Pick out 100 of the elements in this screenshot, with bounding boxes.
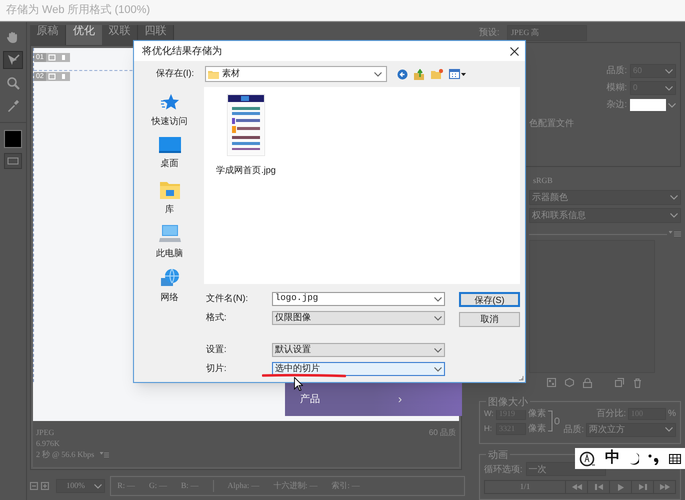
new-color-icon[interactable] bbox=[615, 378, 624, 388]
place-link[interactable]: 桌面 bbox=[160, 157, 178, 170]
caret-icon bbox=[670, 195, 678, 200]
field-label: 设置: bbox=[206, 343, 228, 356]
slice-select-icon bbox=[6, 53, 20, 67]
place-link[interactable]: 此电脑 bbox=[156, 247, 183, 260]
monitor-icon[interactable] bbox=[158, 137, 180, 153]
folder-dropdown[interactable]: 素材 bbox=[205, 66, 387, 82]
nav-item-arrow: › bbox=[398, 391, 402, 408]
new-folder-icon[interactable] bbox=[431, 69, 443, 79]
network-icon[interactable] bbox=[160, 269, 180, 287]
cursor-icon bbox=[294, 377, 303, 391]
star-icon[interactable] bbox=[160, 93, 178, 111]
preset-dropdown[interactable]: JPEG 高 bbox=[507, 24, 587, 40]
view-tab[interactable]: 优化 bbox=[66, 25, 102, 45]
menu-icon[interactable] bbox=[669, 231, 681, 238]
field-label: 切片: bbox=[206, 362, 228, 376]
window-title: 存储为 Web 所用格式 (100%) bbox=[6, 3, 150, 18]
profile-text: 色配置文件 bbox=[529, 118, 574, 128]
place-link[interactable]: 库 bbox=[165, 203, 174, 216]
view-tab[interactable]: 双联 bbox=[102, 25, 138, 45]
setting-label: 品质: bbox=[606, 64, 627, 78]
punctuation-icon[interactable] bbox=[648, 452, 660, 464]
caret-icon bbox=[434, 296, 442, 302]
place-link[interactable]: 快速访问 bbox=[152, 115, 188, 128]
color-space-label: sRGB bbox=[533, 176, 553, 186]
caret-icon bbox=[434, 366, 442, 372]
moon-icon[interactable] bbox=[629, 452, 639, 466]
view-menu-icon[interactable] bbox=[449, 69, 466, 79]
folder-icon[interactable] bbox=[160, 181, 180, 199]
percent-unit: % bbox=[668, 406, 676, 420]
caret-icon bbox=[665, 86, 673, 90]
caret-icon bbox=[374, 72, 382, 76]
tool-button[interactable] bbox=[3, 51, 23, 69]
caret-icon bbox=[665, 68, 673, 74]
resample-dropdown[interactable]: 两次立方 bbox=[586, 422, 676, 437]
matte-swatch[interactable] bbox=[630, 99, 666, 111]
eyedropper-icon bbox=[6, 99, 20, 113]
unit-label: 像素 bbox=[528, 406, 546, 420]
place-link[interactable]: 网络 bbox=[160, 291, 178, 304]
cube-icon[interactable] bbox=[565, 378, 574, 388]
slice-badge-icon bbox=[46, 72, 70, 80]
slice-visibility-icon[interactable] bbox=[4, 153, 22, 169]
hand-icon bbox=[6, 30, 20, 44]
zoom-out-icon[interactable] bbox=[30, 482, 38, 490]
loop-label: 循环选项: bbox=[484, 462, 523, 476]
slice-badge-icon bbox=[46, 52, 70, 62]
group-title: 图像大小 bbox=[486, 394, 530, 410]
caret-icon bbox=[668, 102, 676, 108]
computer-icon[interactable] bbox=[158, 225, 180, 243]
color-swatch[interactable] bbox=[4, 130, 22, 148]
zoom-field[interactable]: 100% bbox=[56, 479, 106, 493]
dialog-dropdown[interactable]: 选中的切片 bbox=[272, 362, 445, 376]
caret-icon bbox=[434, 348, 442, 352]
resample-label: 品质: bbox=[563, 422, 584, 436]
dialog-button[interactable]: 取消 bbox=[459, 312, 520, 327]
zoom-in-icon[interactable] bbox=[40, 482, 49, 490]
folder-icon bbox=[208, 70, 219, 78]
caret-icon bbox=[665, 427, 673, 432]
up-folder-icon[interactable] bbox=[414, 68, 425, 80]
setting-dropdown[interactable]: 权和联系信息 bbox=[529, 208, 681, 224]
previous-frame-icon[interactable] bbox=[594, 484, 602, 490]
zoom-icon bbox=[6, 76, 20, 90]
setting-label: 杂边: bbox=[606, 98, 627, 112]
dialog-dropdown[interactable]: 仅限图像 bbox=[272, 311, 445, 325]
dialog-dropdown[interactable]: 默认设置 bbox=[272, 343, 445, 357]
lock-icon[interactable] bbox=[583, 378, 592, 388]
trash-icon[interactable] bbox=[633, 378, 642, 388]
back-icon[interactable] bbox=[397, 68, 408, 80]
dimension-label: W: bbox=[484, 408, 494, 420]
field-label: 文件名(N): bbox=[206, 292, 249, 306]
web-snap-icon[interactable] bbox=[547, 378, 556, 388]
close-icon[interactable] bbox=[510, 46, 519, 56]
setting-dropdown[interactable]: 示器颜色 bbox=[529, 190, 681, 206]
caret-icon bbox=[434, 316, 442, 320]
file-name[interactable]: 学成网首页.jpg bbox=[216, 164, 276, 178]
percent-label: 百分比: bbox=[596, 406, 626, 420]
field-label: 格式: bbox=[206, 311, 228, 324]
next-frame-icon[interactable] bbox=[638, 484, 646, 490]
ime-logo-icon[interactable] bbox=[579, 450, 596, 466]
keyboard-icon[interactable] bbox=[669, 454, 681, 464]
dimension-label: H: bbox=[484, 422, 493, 435]
preset-label: 预设: bbox=[479, 26, 501, 39]
unit-label: 像素 bbox=[528, 422, 546, 435]
link-icon[interactable] bbox=[547, 408, 561, 434]
dialog-button[interactable]: 保存(S) bbox=[459, 292, 520, 307]
nav-item-label: 产品 bbox=[300, 392, 320, 406]
frame-counter: 1/1 bbox=[518, 481, 532, 494]
play-icon[interactable] bbox=[618, 484, 624, 491]
last-frame-icon[interactable] bbox=[660, 484, 670, 490]
caret-icon bbox=[670, 213, 678, 218]
menu-icon[interactable] bbox=[100, 452, 110, 458]
resize-grip-icon[interactable] bbox=[518, 375, 524, 381]
first-frame-icon[interactable] bbox=[572, 484, 582, 490]
caret-icon bbox=[94, 484, 102, 488]
view-tab[interactable]: 原稿 bbox=[30, 25, 66, 45]
filename-field[interactable]: logo.jpg bbox=[272, 292, 445, 306]
ime-mode-toggle[interactable]: 中 bbox=[605, 447, 620, 470]
save-in-label: 保存在(I): bbox=[156, 67, 195, 80]
setting-label: 模糊: bbox=[606, 81, 627, 94]
